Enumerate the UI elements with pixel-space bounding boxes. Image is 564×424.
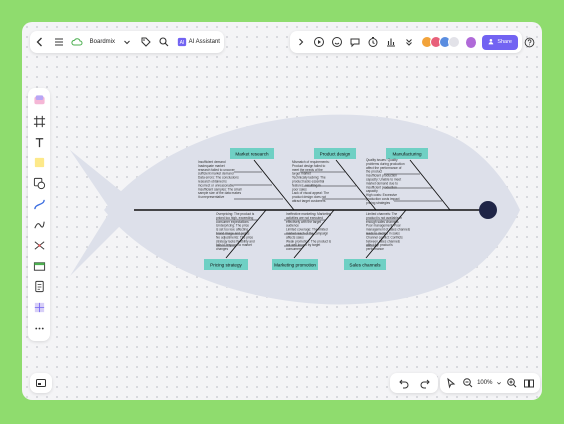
minimap-icon xyxy=(34,376,48,390)
grid-layout-icon[interactable] xyxy=(30,299,48,317)
fishbone-diagram: Market research Product design Manufactu… xyxy=(70,114,520,305)
ai-badge-text: AI xyxy=(179,40,184,46)
current-user-avatar[interactable] xyxy=(464,35,478,49)
book-icon[interactable] xyxy=(522,376,536,390)
left-tool-palette xyxy=(28,88,50,341)
cursor-icon[interactable] xyxy=(444,376,458,390)
zoom-out-icon[interactable] xyxy=(461,376,475,390)
connector-icon[interactable] xyxy=(30,195,48,213)
table-icon[interactable] xyxy=(30,257,48,275)
category-box-product-design: Product design xyxy=(314,148,356,159)
chevron-down-icon[interactable] xyxy=(121,35,134,49)
redo-icon[interactable] xyxy=(418,376,432,390)
category-box-sales-channels: Sales channels xyxy=(344,259,386,270)
tag-icon[interactable] xyxy=(140,35,153,49)
shape-icon[interactable] xyxy=(30,175,48,193)
category-label: Manufacturing xyxy=(392,152,422,157)
collaborator-avatars[interactable] xyxy=(420,36,460,48)
text-icon[interactable] xyxy=(30,133,48,151)
more-tools-icon[interactable] xyxy=(30,319,48,337)
minimap-toggle[interactable] xyxy=(30,373,52,393)
note-line: it unrepresentative xyxy=(198,195,224,199)
app-name[interactable]: Boardmix xyxy=(90,39,115,45)
category-box-market-research: Market research xyxy=(230,148,274,159)
back-icon[interactable] xyxy=(34,35,47,49)
chevron-down-icon[interactable] xyxy=(495,376,503,390)
chevron-right-icon[interactable] xyxy=(294,35,307,49)
vote-icon[interactable] xyxy=(385,35,398,49)
category-label: Market research xyxy=(235,152,269,157)
user-plus-icon xyxy=(488,38,495,47)
category-label: Product design xyxy=(320,152,351,157)
zoom-controls: 100% xyxy=(440,373,540,393)
zoom-in-icon[interactable] xyxy=(505,376,519,390)
cloud-icon xyxy=(71,35,84,49)
avatar-more xyxy=(447,36,460,48)
template-icon[interactable] xyxy=(30,92,48,110)
undo-icon[interactable] xyxy=(397,376,411,390)
category-label: Pricing strategy xyxy=(210,263,242,268)
notes-product-design: Mismatch of requirements:Product design … xyxy=(292,160,330,203)
notes-manufacturing: Quality issues: Qualityproblems during p… xyxy=(366,158,405,205)
ai-sparkle-icon: AI xyxy=(177,37,187,47)
note-line: consumers xyxy=(286,247,302,251)
timer-icon[interactable] xyxy=(367,35,380,49)
sticky-note-icon[interactable] xyxy=(30,154,48,172)
share-label: Share xyxy=(497,39,512,45)
comment-icon[interactable] xyxy=(348,35,361,49)
reaction-icon[interactable] xyxy=(330,35,343,49)
frame-icon[interactable] xyxy=(30,113,48,131)
canvas-frame: Market research Product design Manufactu… xyxy=(22,22,542,400)
pen-icon[interactable] xyxy=(30,216,48,234)
category-box-marketing-promotion: Marketing promotion xyxy=(272,259,318,270)
undo-redo-bar xyxy=(390,373,438,393)
top-left-toolbar: Boardmix AI AI Assistant xyxy=(30,31,224,53)
category-box-pricing-strategy: Pricing strategy xyxy=(204,259,248,270)
note-line: performance xyxy=(366,247,384,251)
category-label: Sales channels xyxy=(349,263,381,268)
more-chevron-icon[interactable] xyxy=(403,35,416,49)
top-right-toolbar: Share xyxy=(290,31,522,53)
ai-assistant-label: AI Assistant xyxy=(188,39,220,45)
note-line: attract target customers xyxy=(292,199,326,203)
note-line: changes xyxy=(216,247,228,251)
share-button[interactable]: Share xyxy=(482,34,518,50)
zoom-level[interactable]: 100% xyxy=(477,380,492,386)
help-icon[interactable] xyxy=(520,33,538,51)
document-icon[interactable] xyxy=(30,278,48,296)
menu-icon[interactable] xyxy=(53,35,66,49)
note-line: pricing strategies xyxy=(366,201,391,205)
ai-assistant-button[interactable]: AI AI Assistant xyxy=(177,37,220,47)
search-icon[interactable] xyxy=(158,35,171,49)
fish-head-circle xyxy=(479,201,497,219)
notes-pricing-strategy: Overpricing: The product ispriced too hi… xyxy=(216,212,255,251)
play-icon[interactable] xyxy=(312,35,325,49)
mindmap-icon[interactable] xyxy=(30,237,48,255)
category-label: Marketing promotion xyxy=(274,263,316,268)
